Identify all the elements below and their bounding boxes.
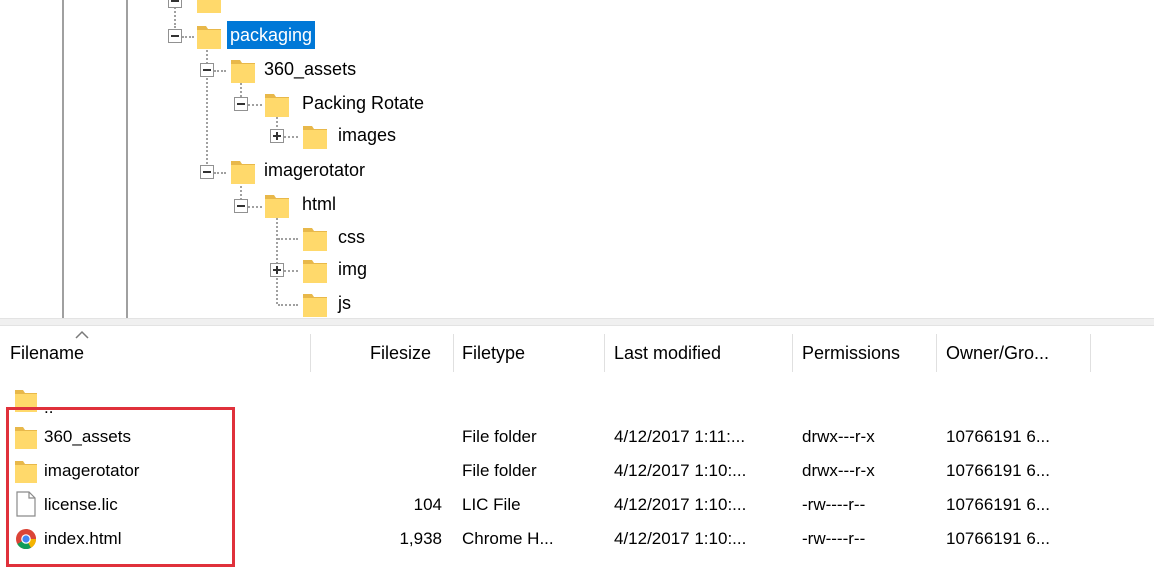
collapse-toggle[interactable] bbox=[234, 97, 248, 111]
filetype-cell: LIC File bbox=[462, 495, 521, 514]
filetype-cell: File folder bbox=[462, 427, 537, 446]
filesize-cell: 1,938 bbox=[399, 529, 442, 548]
permissions-cell: -rw----r-- bbox=[802, 529, 866, 548]
tree-node-js[interactable]: js bbox=[338, 289, 351, 317]
last-modified-cell: 4/12/2017 1:10:... bbox=[614, 529, 747, 548]
column-header-permissions[interactable]: Permissions bbox=[802, 326, 900, 380]
tree-node-packaging[interactable]: packaging bbox=[227, 21, 316, 49]
tree-node-360-assets[interactable]: 360_assets bbox=[264, 55, 356, 83]
highlight-annotation-box bbox=[6, 407, 235, 567]
filesize-cell: 104 bbox=[413, 495, 442, 514]
folder-icon bbox=[196, 0, 222, 14]
permissions-cell: -rw----r-- bbox=[802, 495, 866, 514]
owner-group-cell: 10766191 6... bbox=[946, 427, 1050, 446]
folder-icon bbox=[302, 224, 328, 252]
folder-icon bbox=[302, 122, 328, 150]
tree-node-css[interactable]: css bbox=[338, 223, 365, 251]
collapse-toggle[interactable] bbox=[200, 63, 214, 77]
folder-icon bbox=[264, 90, 290, 118]
pane-splitter[interactable] bbox=[0, 318, 1154, 326]
column-header-filename[interactable]: Filename bbox=[10, 326, 84, 380]
collapse-toggle[interactable] bbox=[234, 199, 248, 213]
file-list-header: Filename Filesize Filetype Last modified… bbox=[0, 326, 1154, 380]
folder-icon bbox=[302, 290, 328, 318]
folder-icon bbox=[230, 56, 256, 84]
column-header-last-modified[interactable]: Last modified bbox=[614, 326, 721, 380]
column-header-owner-group[interactable]: Owner/Gro... bbox=[946, 326, 1049, 380]
last-modified-cell: 4/12/2017 1:11:... bbox=[614, 427, 746, 446]
tree-guide-line bbox=[62, 0, 64, 318]
folder-icon bbox=[302, 256, 328, 284]
tree-node-html[interactable]: html bbox=[302, 190, 336, 218]
filesize-cell bbox=[322, 454, 442, 488]
filetype-cell: Chrome H... bbox=[462, 529, 554, 548]
tree-node-images[interactable]: images bbox=[338, 121, 396, 149]
owner-group-cell: 10766191 6... bbox=[946, 495, 1050, 514]
tree-guide-line bbox=[126, 0, 128, 318]
last-modified-cell: 4/12/2017 1:10:... bbox=[614, 495, 747, 514]
tree-node-packing-rotate[interactable]: Packing Rotate bbox=[302, 89, 424, 117]
permissions-cell: drwx---r-x bbox=[802, 461, 875, 480]
collapse-toggle[interactable] bbox=[168, 29, 182, 43]
folder-icon bbox=[196, 22, 222, 50]
directory-tree: packaging 360_assets Packing Rotate imag… bbox=[0, 0, 1154, 318]
collapse-toggle[interactable] bbox=[200, 165, 214, 179]
owner-group-cell: 10766191 6... bbox=[946, 529, 1050, 548]
collapse-toggle[interactable] bbox=[168, 0, 182, 8]
filetype-cell: File folder bbox=[462, 461, 537, 480]
permissions-cell: drwx---r-x bbox=[802, 427, 875, 446]
tree-node-imagerotator[interactable]: imagerotator bbox=[264, 156, 365, 184]
folder-icon bbox=[264, 191, 290, 219]
column-header-filesize[interactable]: Filesize bbox=[370, 326, 431, 380]
tree-node-img[interactable]: img bbox=[338, 255, 367, 283]
expand-toggle[interactable] bbox=[270, 263, 284, 277]
column-header-filetype[interactable]: Filetype bbox=[462, 326, 525, 380]
last-modified-cell: 4/12/2017 1:10:... bbox=[614, 461, 747, 480]
filesize-cell bbox=[322, 420, 442, 454]
folder-icon bbox=[230, 157, 256, 185]
expand-toggle[interactable] bbox=[270, 129, 284, 143]
owner-group-cell: 10766191 6... bbox=[946, 461, 1050, 480]
